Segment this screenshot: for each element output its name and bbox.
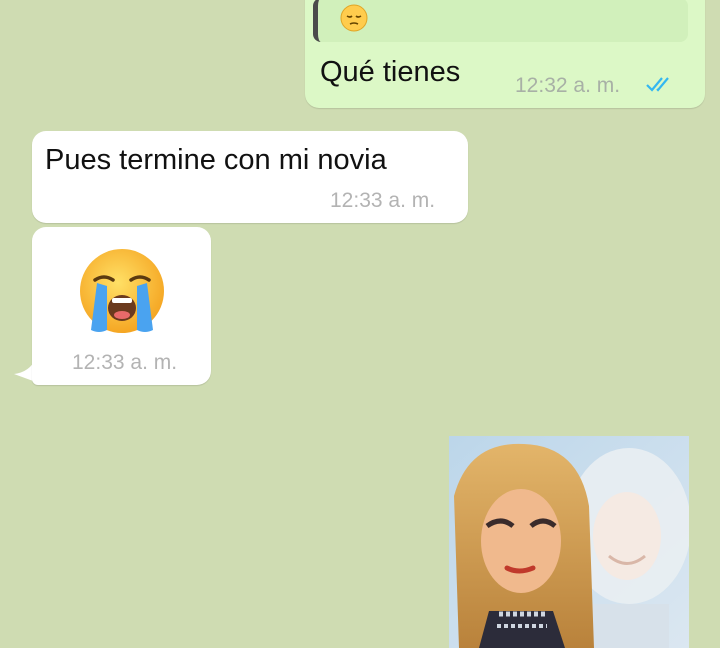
message-time: 12:32 a. m.	[515, 74, 621, 97]
sticker-photo[interactable]	[449, 436, 689, 648]
quoted-message[interactable]	[313, 0, 688, 42]
loudly-crying-face-icon	[80, 249, 164, 333]
message-time: 12:33 a. m.	[330, 189, 436, 212]
message-time: 12:33 a. m.	[72, 351, 178, 374]
incoming-emoji-bubble[interactable]: 12:33 a. m.	[32, 227, 211, 385]
outgoing-message-bubble[interactable]: Qué tienes 12:32 a. m.	[305, 0, 705, 108]
pensive-face-icon	[340, 4, 368, 32]
message-text: Pues termine con mi novia	[45, 144, 387, 176]
message-text: Qué tienes	[320, 56, 461, 88]
read-double-check-icon	[646, 77, 669, 92]
incoming-message-bubble[interactable]: Pues termine con mi novia 12:33 a. m.	[32, 131, 468, 223]
